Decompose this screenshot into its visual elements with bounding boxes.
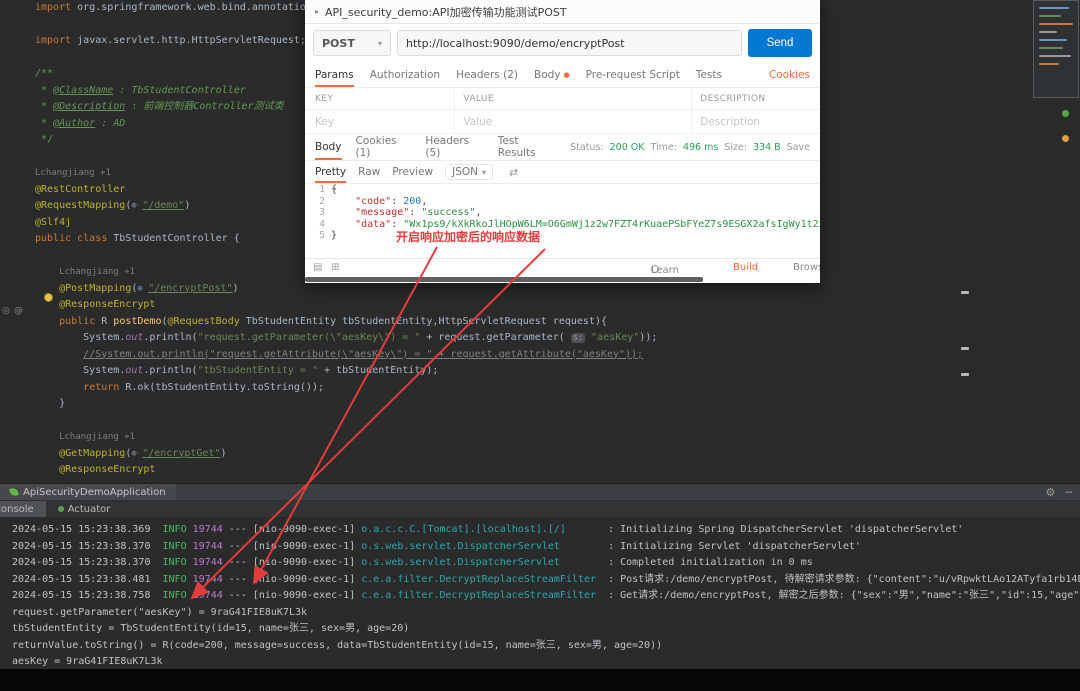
bottom-filler bbox=[0, 669, 1080, 691]
actuator-icon bbox=[58, 506, 64, 512]
kv-value-placeholder[interactable]: Value bbox=[454, 110, 691, 133]
console-tab-bar: Console Actuator bbox=[0, 501, 1080, 517]
grid-icon[interactable]: ▤ bbox=[313, 262, 322, 273]
right-toolbar-icon[interactable] bbox=[1062, 110, 1069, 117]
postman-window: ▸ API_security_demo:API加密传输功能测试POST POST… bbox=[305, 0, 820, 283]
error-stripe-mark[interactable] bbox=[961, 347, 969, 350]
annotation-gutter-icon[interactable]: @ bbox=[14, 307, 23, 316]
ide-screen: import org.springframework.web.bind.anno… bbox=[0, 0, 1080, 691]
minimize-icon[interactable]: ─ bbox=[1065, 486, 1072, 499]
tab-body-label: Body bbox=[534, 69, 561, 81]
view-tab-raw[interactable]: Raw bbox=[358, 161, 380, 183]
wrap-text-icon[interactable]: ⇄ bbox=[509, 166, 518, 179]
annotation-note: 开启响应加密后的响应数据 bbox=[396, 228, 540, 245]
tab-authorization[interactable]: Authorization bbox=[370, 62, 440, 87]
minimap-line bbox=[1039, 55, 1071, 57]
send-button[interactable]: Send bbox=[748, 29, 812, 57]
chevron-down-icon: ▾ bbox=[482, 168, 486, 177]
tab-console[interactable]: Console bbox=[0, 501, 46, 517]
request-bar: POST ▾ http://localhost:9090/demo/encryp… bbox=[305, 24, 820, 62]
tab-body[interactable]: Body● bbox=[534, 62, 570, 87]
response-body[interactable]: 1 2 3 4 5 ▾ { "code": 200, "message": "s… bbox=[305, 184, 820, 242]
view-tab-pretty[interactable]: Pretty bbox=[315, 161, 346, 183]
time-label: Time: bbox=[650, 142, 676, 153]
minimap-line bbox=[1039, 15, 1061, 17]
kv-description-placeholder[interactable]: Description bbox=[691, 110, 820, 133]
minimap-popup bbox=[1033, 0, 1079, 98]
error-stripe-mark[interactable] bbox=[961, 373, 969, 376]
kv-key-placeholder[interactable]: Key bbox=[305, 116, 454, 128]
response-tab-test-results[interactable]: Test Results bbox=[498, 134, 556, 160]
request-tabs: Params Authorization Headers (2) Body● P… bbox=[305, 62, 820, 88]
tab-tests[interactable]: Tests bbox=[696, 62, 722, 87]
size-value: 334 B bbox=[753, 142, 781, 153]
status-label: Status: bbox=[570, 142, 603, 153]
response-tab-body[interactable]: Body bbox=[315, 134, 342, 160]
add-panel-icon[interactable]: ⊞ bbox=[331, 262, 339, 273]
response-tab-cookies[interactable]: Cookies (1) bbox=[356, 134, 412, 160]
format-select[interactable]: JSON ▾ bbox=[445, 164, 493, 180]
console-log[interactable]: 2024-05-15 15:23:38.369 INFO 19744 --- [… bbox=[0, 518, 1080, 691]
url-input[interactable]: http://localhost:9090/demo/encryptPost bbox=[397, 30, 742, 56]
console-panel: ApiSecurityDemoApplication ⚙ ─ Console A… bbox=[0, 483, 1080, 691]
browse-tab[interactable]: Browse bbox=[793, 262, 820, 273]
spring-boot-leaf-icon bbox=[9, 487, 19, 497]
actuator-label: Actuator bbox=[68, 504, 111, 515]
minimap-line bbox=[1039, 39, 1067, 41]
chevron-down-icon: ▾ bbox=[378, 39, 382, 48]
minimap-line bbox=[1039, 7, 1069, 9]
line-number-gutter: 1 2 3 4 5 bbox=[305, 184, 331, 242]
status-badge: 200 OK bbox=[610, 142, 645, 153]
minimap-line bbox=[1039, 63, 1059, 65]
format-value: JSON bbox=[452, 166, 478, 178]
response-tabs: Body Cookies (1) Headers (5) Test Result… bbox=[305, 134, 820, 160]
kv-header-key: KEY bbox=[305, 94, 454, 104]
minimap-line bbox=[1039, 23, 1073, 25]
run-config-label: ApiSecurityDemoApplication bbox=[23, 487, 166, 498]
kv-header-value: VALUE bbox=[454, 88, 691, 109]
kv-header-description: DESCRIPTION bbox=[691, 88, 820, 109]
intention-bulb-icon[interactable] bbox=[44, 293, 53, 302]
cookies-link[interactable]: Cookies bbox=[769, 69, 810, 81]
run-toolwindow-header: ApiSecurityDemoApplication ⚙ ─ bbox=[0, 484, 1080, 501]
minimap-line bbox=[1039, 47, 1063, 49]
horizontal-scrollbar[interactable] bbox=[305, 277, 703, 282]
body-modified-dot-icon: ● bbox=[564, 71, 570, 79]
url-value: http://localhost:9090/demo/encryptPost bbox=[406, 37, 625, 50]
response-status-bar: Status: 200 OK Time: 496 ms Size: 334 B … bbox=[570, 142, 810, 153]
tab-actuator[interactable]: Actuator bbox=[46, 501, 123, 517]
request-title-bar[interactable]: ▸ API_security_demo:API加密传输功能测试POST bbox=[305, 0, 820, 24]
time-value: 496 ms bbox=[683, 142, 718, 153]
expander-icon[interactable]: ▸ bbox=[315, 7, 319, 16]
postman-footer: ▤ ⊞ Learn Build Browse bbox=[305, 258, 820, 277]
response-tab-headers[interactable]: Headers (5) bbox=[425, 134, 483, 160]
request-title: API_security_demo:API加密传输功能测试POST bbox=[325, 4, 567, 20]
gear-icon[interactable]: ⚙ bbox=[1046, 486, 1056, 499]
right-toolbar-icon[interactable] bbox=[1062, 135, 1069, 142]
save-response-button[interactable]: Save bbox=[787, 142, 810, 153]
size-label: Size: bbox=[724, 142, 747, 153]
kv-input-row[interactable]: Key Value Description bbox=[305, 110, 820, 134]
tab-prerequest-script[interactable]: Pre-request Script bbox=[586, 62, 680, 87]
error-stripe-mark[interactable] bbox=[961, 291, 969, 294]
method-value: POST bbox=[322, 37, 355, 50]
tab-headers[interactable]: Headers (2) bbox=[456, 62, 518, 87]
build-tab[interactable]: Build bbox=[733, 262, 758, 273]
view-tab-preview[interactable]: Preview bbox=[392, 161, 433, 183]
kv-header-row: KEY VALUE DESCRIPTION bbox=[305, 88, 820, 110]
tab-params[interactable]: Params bbox=[315, 62, 354, 87]
override-marker-icon[interactable]: ◎ bbox=[2, 307, 10, 316]
run-config-tab[interactable]: ApiSecurityDemoApplication bbox=[0, 484, 176, 500]
minimap-line bbox=[1039, 31, 1057, 33]
method-select[interactable]: POST ▾ bbox=[313, 30, 391, 56]
response-view-bar: Pretty Raw Preview JSON ▾ ⇄ bbox=[305, 160, 820, 184]
learn-label: Learn bbox=[651, 265, 679, 276]
